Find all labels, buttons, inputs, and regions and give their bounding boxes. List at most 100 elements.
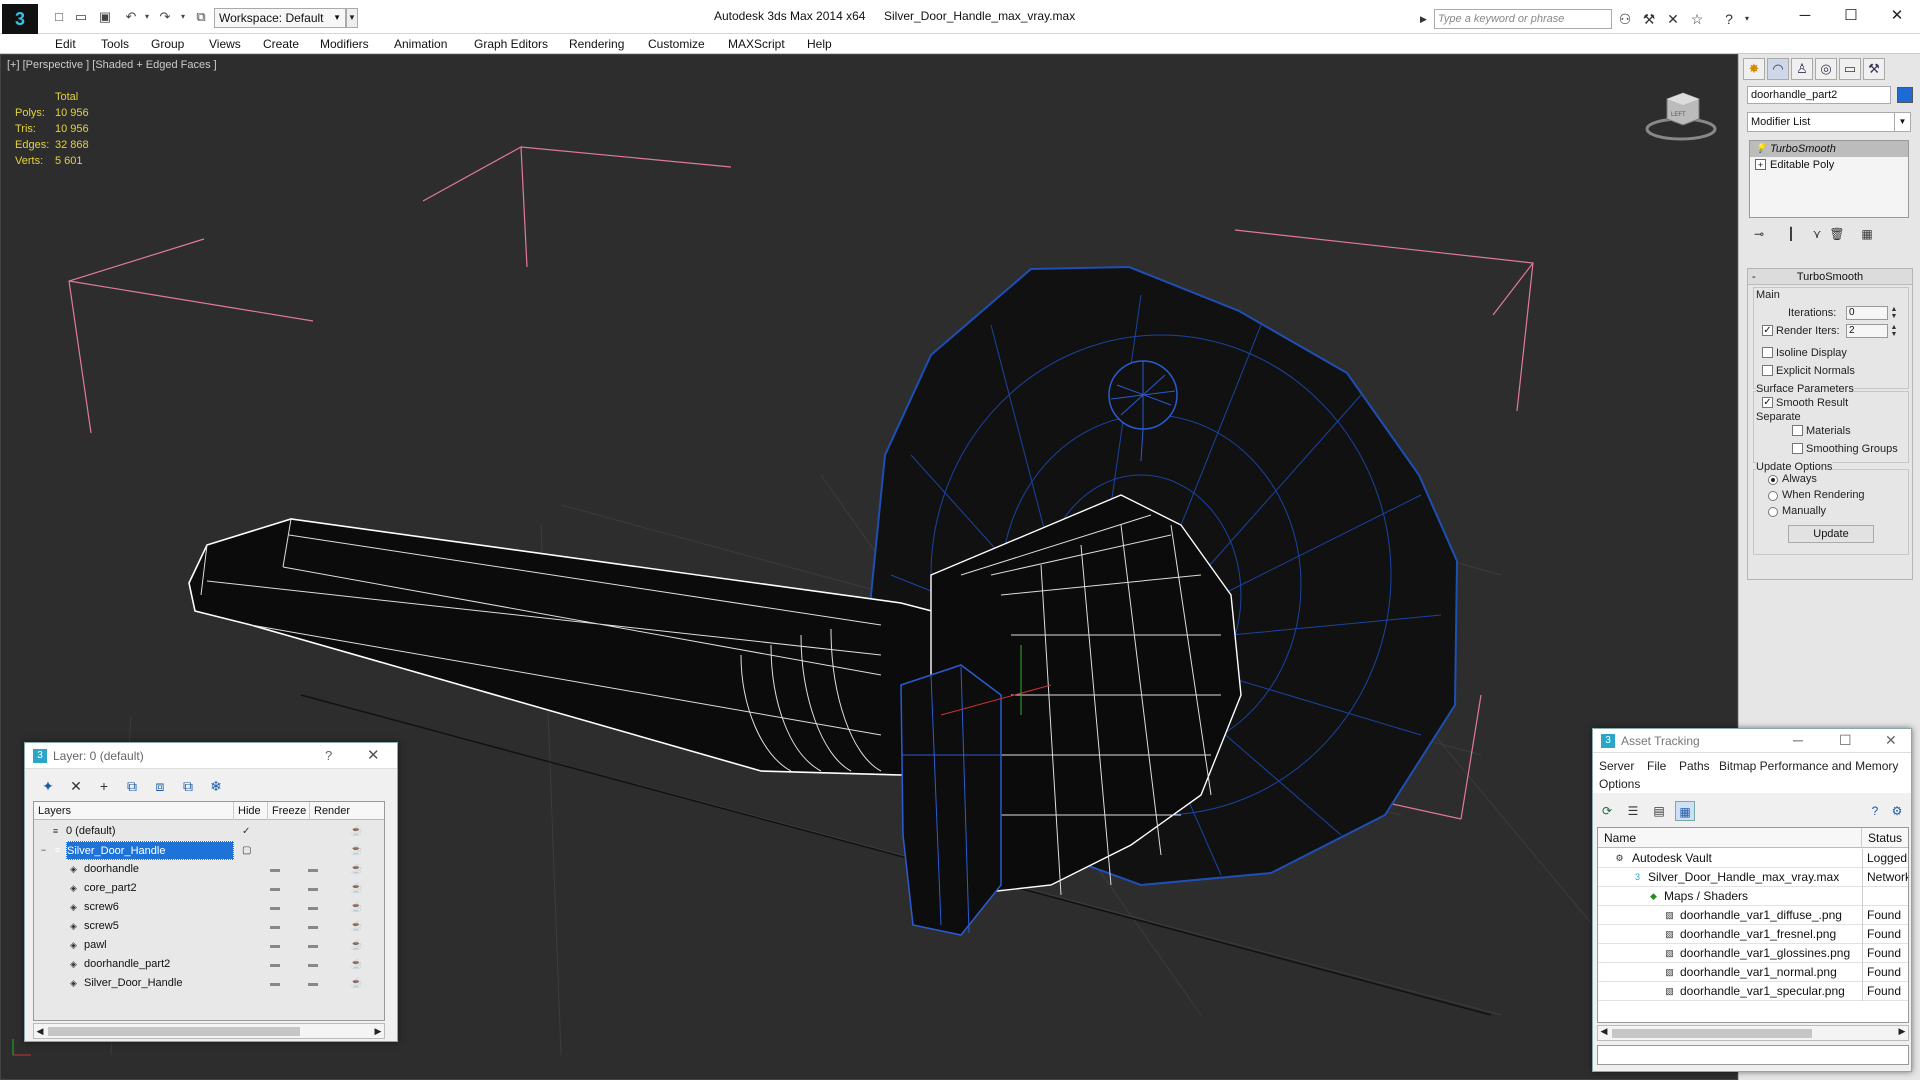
isoline-display-checkbox[interactable] (1762, 347, 1773, 358)
asset-row[interactable]: ▧ doorhandle_var1_diffuse_.png Found (1598, 906, 1908, 925)
help-dropdown-icon[interactable]: ▾ (1738, 10, 1756, 28)
hide-toggle[interactable]: ▬ (270, 860, 280, 879)
object-name-field[interactable]: doorhandle_part2 (1747, 86, 1891, 104)
help-button[interactable]: ? (325, 748, 332, 763)
menu-edit[interactable]: Edit (55, 34, 76, 54)
configure-sets-icon[interactable]: ▦ (1857, 224, 1877, 244)
modifier-list-dropdown[interactable]: Modifier List ▼ (1747, 112, 1911, 132)
current-check-icon[interactable]: ✓ (242, 822, 250, 841)
rollout-header[interactable]: - TurboSmooth (1748, 269, 1912, 285)
minimize-button[interactable]: ─ (1793, 732, 1803, 748)
remove-modifier-icon[interactable]: 🗑 (1827, 224, 1847, 244)
project-folder-icon[interactable]: ⧉ (192, 9, 210, 25)
render-teapot-icon[interactable]: ☕ (350, 841, 362, 860)
freeze-toggle[interactable]: ▬ (308, 974, 318, 993)
object-color-swatch[interactable] (1897, 87, 1913, 103)
create-tab-icon[interactable]: ✸ (1743, 58, 1765, 80)
menu-help[interactable]: Help (807, 34, 832, 54)
make-unique-icon[interactable]: ⋎ (1807, 224, 1827, 244)
communication-icon[interactable]: ✕ (1664, 10, 1682, 28)
layer-row[interactable]: ◈ doorhandle_part2 ▬ ▬ ☕ (34, 955, 384, 974)
asset-row[interactable]: ◆ Maps / Shaders (1598, 887, 1908, 906)
motion-tab-icon[interactable]: ◎ (1815, 58, 1837, 80)
asset-menu-server[interactable]: Server (1599, 759, 1634, 773)
update-button[interactable]: Update (1788, 525, 1874, 543)
search-expand-icon[interactable]: ▶ (1420, 9, 1432, 29)
pin-stack-icon[interactable]: ⊸ (1749, 224, 1769, 244)
binoculars-icon[interactable]: ⚇ (1616, 10, 1634, 28)
layer-row[interactable]: ◈ doorhandle ▬ ▬ ☕ (34, 860, 384, 879)
expand-plus-icon[interactable]: + (1755, 159, 1766, 170)
column-layers[interactable]: Layers (34, 802, 234, 820)
always-radio[interactable] (1768, 475, 1778, 485)
menu-views[interactable]: Views (209, 34, 241, 54)
smooth-result-checkbox[interactable]: ✓ (1762, 397, 1773, 408)
asset-menu-bitmap-performance[interactable]: Bitmap Performance and Memory (1719, 759, 1898, 773)
layer-row[interactable]: − ≡ Silver_Door_Handle ▢ ☕ (34, 841, 384, 860)
asset-horizontal-scrollbar[interactable]: ◀ ▶ (1597, 1025, 1909, 1041)
render-teapot-icon[interactable]: ☕ (350, 898, 362, 917)
layer-row[interactable]: ≡ 0 (default) ✓ ☕ (34, 822, 384, 841)
scrollbar-thumb[interactable] (1612, 1029, 1812, 1038)
hierarchy-tab-icon[interactable]: ♙ (1791, 58, 1813, 80)
new-file-icon[interactable]: □ (50, 9, 68, 25)
maximize-button[interactable]: ☐ (1828, 5, 1874, 27)
layer-dialog-titlebar[interactable]: 3 Layer: 0 (default) ? ✕ (25, 743, 397, 769)
thumbnail-view-icon[interactable]: ▤ (1649, 801, 1669, 821)
render-teapot-icon[interactable]: ☕ (350, 822, 362, 841)
menu-modifiers[interactable]: Modifiers (320, 34, 369, 54)
menu-graph-editors[interactable]: Graph Editors (474, 34, 548, 54)
help-icon[interactable]: ? (1720, 10, 1738, 28)
search-input[interactable]: Type a keyword or phrase (1434, 9, 1612, 29)
hide-toggle[interactable]: ▬ (270, 879, 280, 898)
column-status[interactable]: Status (1862, 828, 1908, 848)
help-icon[interactable]: ? (1865, 801, 1885, 821)
menu-customize[interactable]: Customize (648, 34, 705, 54)
hide-toggle[interactable]: ▬ (270, 936, 280, 955)
stack-item-editable-poly[interactable]: + Editable Poly (1750, 157, 1908, 173)
asset-row[interactable]: ▧ doorhandle_var1_fresnel.png Found (1598, 925, 1908, 944)
spinner-arrows-icon[interactable]: ▲ ▼ (1889, 306, 1899, 320)
column-name[interactable]: Name (1598, 828, 1862, 848)
display-tab-icon[interactable]: ▭ (1839, 58, 1861, 80)
asset-row[interactable]: ▧ doorhandle_var1_specular.png Found (1598, 982, 1908, 1001)
show-end-result-icon[interactable]: ┃ (1781, 224, 1801, 244)
redo-dropdown-icon[interactable]: ▾ (174, 9, 192, 25)
create-layer-icon[interactable]: ✦ (37, 775, 59, 797)
asset-menu-file[interactable]: File (1647, 759, 1666, 773)
workspace-expand-icon[interactable]: ▼ (346, 8, 358, 28)
spinner-arrows-icon[interactable]: ▲ ▼ (1889, 324, 1899, 338)
when-rendering-radio[interactable] (1768, 491, 1778, 501)
freeze-toggle[interactable]: ▬ (308, 936, 318, 955)
render-teapot-icon[interactable]: ☕ (350, 955, 362, 974)
add-to-layer-icon[interactable]: + (93, 775, 115, 797)
close-icon[interactable]: ✕ (367, 746, 380, 764)
modify-tab-icon[interactable]: ◠ (1767, 58, 1789, 80)
render-teapot-icon[interactable]: ☕ (350, 860, 362, 879)
column-hide[interactable]: Hide (234, 802, 268, 820)
asset-row[interactable]: ⚙ Autodesk Vault Logged O (1598, 849, 1908, 868)
freeze-toggle[interactable]: ▬ (308, 879, 318, 898)
layer-row[interactable]: ◈ screw5 ▬ ▬ ☕ (34, 917, 384, 936)
list-view-icon[interactable]: ☰ (1623, 801, 1643, 821)
viewport-label[interactable]: [+] [Perspective ] [Shaded + Edged Faces… (7, 59, 217, 71)
layer-row[interactable]: ◈ core_part2 ▬ ▬ ☕ (34, 879, 384, 898)
iterations-spinner[interactable]: 0 (1846, 306, 1888, 320)
refresh-icon[interactable]: ⟳ (1597, 801, 1617, 821)
render-teapot-icon[interactable]: ☕ (350, 974, 362, 993)
delete-layer-icon[interactable]: ✕ (65, 775, 87, 797)
hide-toggle[interactable]: ▬ (270, 898, 280, 917)
smoothing-groups-checkbox[interactable] (1792, 443, 1803, 454)
layer-row[interactable]: ◈ pawl ▬ ▬ ☕ (34, 936, 384, 955)
stack-item-turbosmooth[interactable]: 💡 TurboSmooth (1750, 141, 1908, 157)
scrollbar-thumb[interactable] (48, 1027, 300, 1036)
hide-toggle[interactable]: ▬ (270, 955, 280, 974)
menu-maxscript[interactable]: MAXScript (728, 34, 785, 54)
open-file-icon[interactable]: ▭ (72, 9, 90, 25)
menu-create[interactable]: Create (263, 34, 299, 54)
maximize-button[interactable]: ☐ (1839, 732, 1852, 749)
select-layer-icon[interactable]: ⧈ (149, 775, 171, 797)
minimize-button[interactable]: ─ (1782, 5, 1828, 27)
undo-dropdown-icon[interactable]: ▾ (138, 9, 156, 25)
freeze-toggle[interactable]: ▬ (308, 955, 318, 974)
